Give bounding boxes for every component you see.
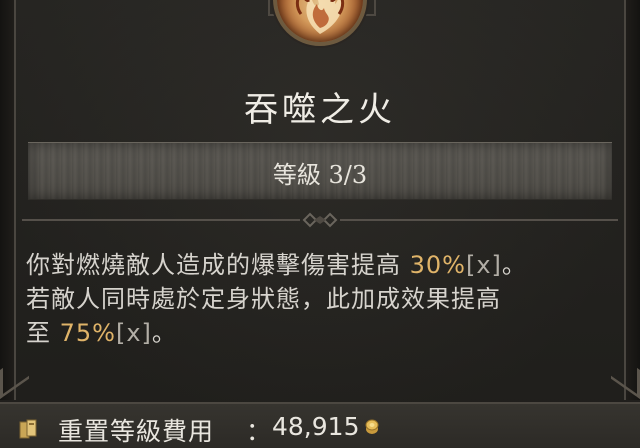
divider-line-right bbox=[340, 219, 618, 221]
diamond-ornament-icon bbox=[302, 212, 338, 228]
book-icon bbox=[19, 419, 37, 439]
multiplicative-tag[interactable]: [x] bbox=[466, 251, 502, 279]
description-text: 若敵人同時處於定身狀態，此加成效果提高 bbox=[26, 285, 501, 313]
skill-tooltip: 吞噬之火 等級 3/3 你對燃燒敵人造成的爆擊傷害提高 30%[x]。 若敵人同… bbox=[0, 0, 640, 448]
description-line-2: 若敵人同時處於定身狀態，此加成效果提高 bbox=[26, 282, 626, 316]
description-text: 。 bbox=[501, 251, 527, 279]
skill-icon-holder bbox=[268, 0, 376, 46]
rank-label: 等級 3/3 bbox=[272, 161, 368, 189]
reset-cost-colon: ： bbox=[246, 417, 272, 446]
description-line-3: 至 75%[x]。 bbox=[26, 316, 626, 350]
divider-line-left bbox=[22, 219, 300, 221]
description-text: 至 bbox=[26, 319, 60, 347]
gold-coin-icon bbox=[365, 419, 379, 434]
skill-description: 你對燃燒敵人造成的爆擊傷害提高 30%[x]。 若敵人同時處於定身狀態，此加成效… bbox=[26, 248, 626, 350]
flame-skill-icon bbox=[273, 0, 367, 46]
reset-cost-label: 重置等級費用 bbox=[58, 417, 215, 446]
skill-title: 吞噬之火 bbox=[244, 90, 396, 130]
reset-cost-value: 48,915 bbox=[272, 412, 360, 441]
rank-banner: 等級 3/3 bbox=[28, 142, 612, 200]
description-text: 。 bbox=[151, 319, 177, 347]
description-line-1: 你對燃燒敵人造成的爆擊傷害提高 30%[x]。 bbox=[26, 248, 626, 282]
tooltip-frame-right bbox=[624, 0, 640, 400]
tooltip-frame-left bbox=[0, 0, 16, 400]
ornament-divider bbox=[22, 212, 618, 228]
bonus-value: 30% bbox=[409, 251, 466, 279]
bonus-value: 75% bbox=[59, 319, 116, 347]
reset-cost-bar: 重置等級費用 ： 48,915 bbox=[0, 402, 640, 448]
multiplicative-tag[interactable]: [x] bbox=[116, 319, 152, 347]
description-text: 你對燃燒敵人造成的爆擊傷害提高 bbox=[26, 251, 410, 279]
